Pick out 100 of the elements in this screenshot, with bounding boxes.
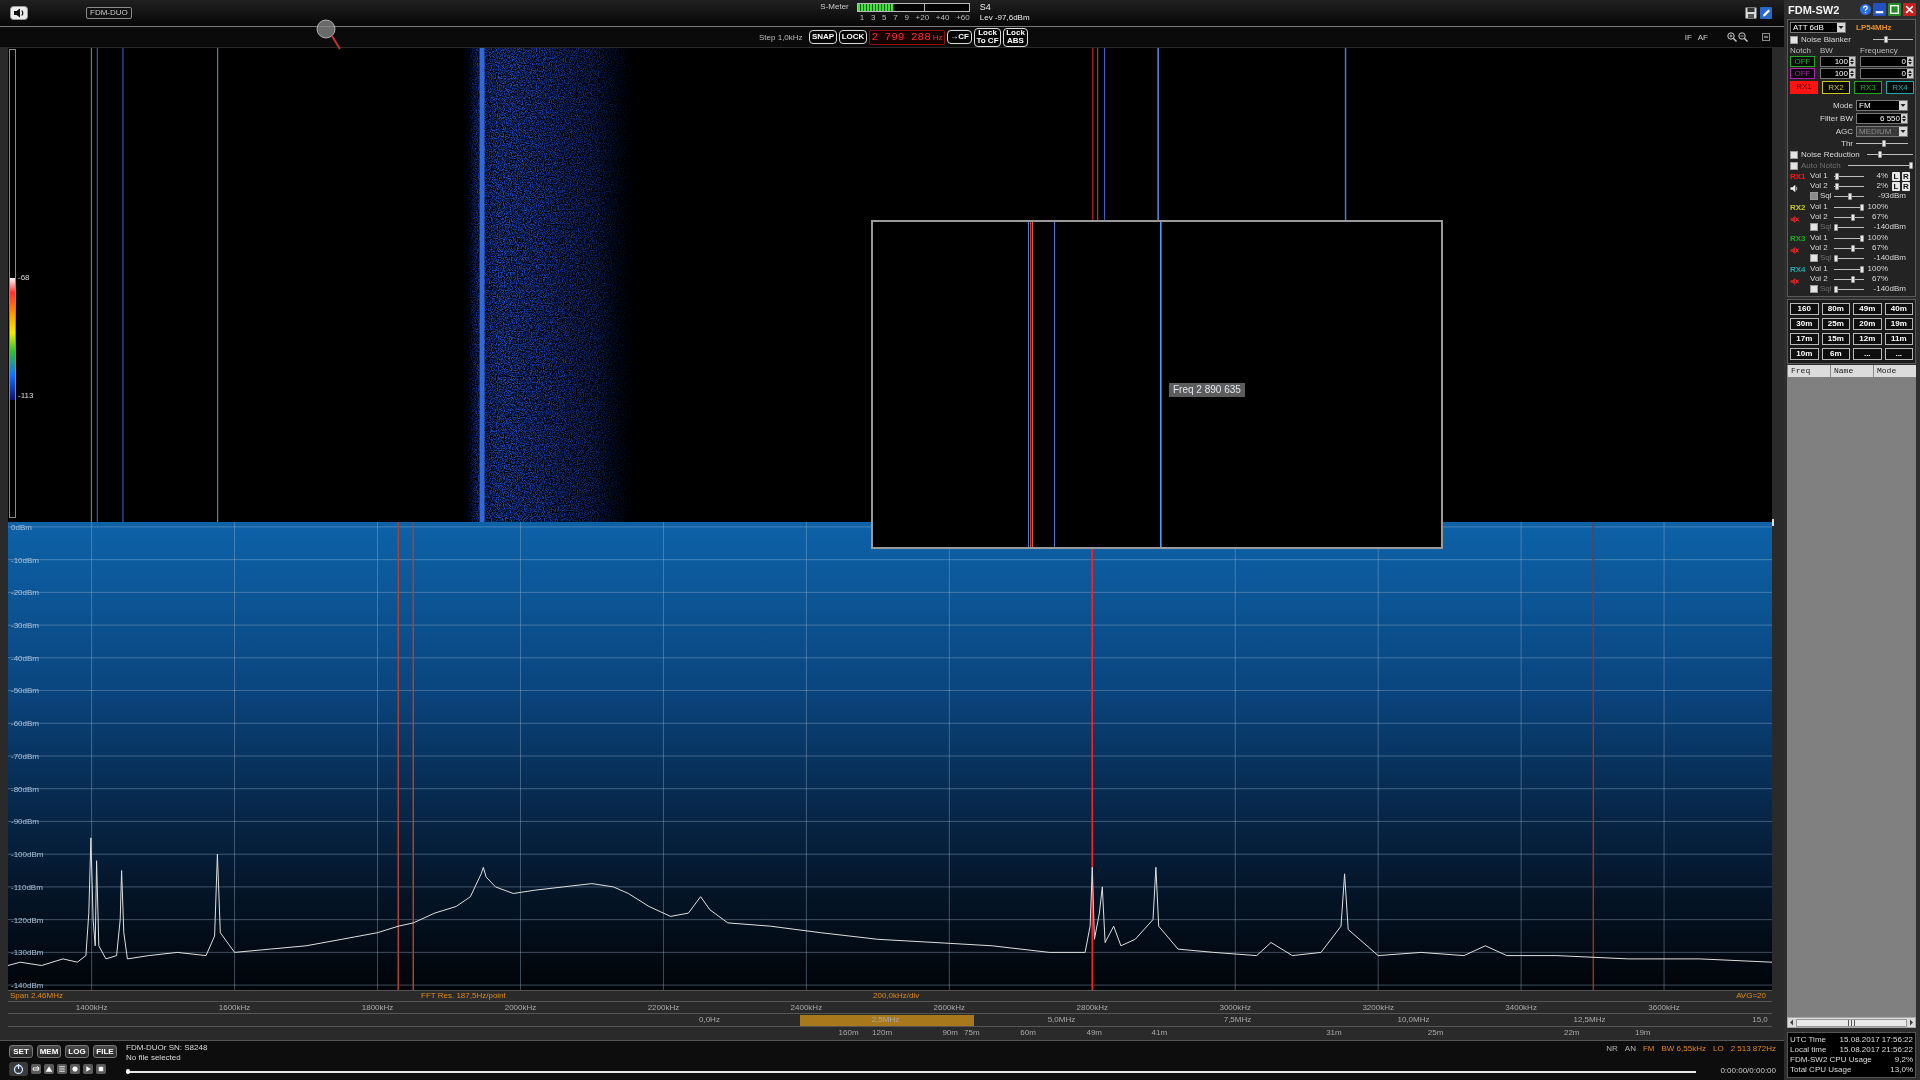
triangle-up-icon[interactable] [44, 1064, 54, 1074]
slider-thumb[interactable] [1834, 182, 1839, 190]
muted-speaker-icon[interactable] [1790, 215, 1799, 224]
view-button[interactable]: IF [1683, 31, 1693, 43]
lock-abs-button[interactable]: Lock ABS [1003, 27, 1028, 47]
slider-thumb[interactable] [1848, 192, 1853, 200]
filter-bandwidth-spinner[interactable]: 6 550 [1856, 113, 1908, 124]
receiver-tab[interactable]: RX4 [1886, 81, 1914, 94]
slider-thumb[interactable] [1860, 234, 1864, 242]
zoom-in-icon[interactable] [1727, 32, 1737, 42]
cursor-frequency-label: Freq 2 890 635 [1169, 383, 1245, 397]
play-icon[interactable] [83, 1064, 93, 1074]
help-icon[interactable] [1860, 4, 1871, 15]
band-button[interactable]: 25m [1821, 318, 1850, 330]
channel-button[interactable]: R [1902, 181, 1910, 191]
band-button[interactable]: 15m [1821, 333, 1850, 345]
notch-toggle-button[interactable]: OFF [1790, 55, 1815, 67]
slider-thumb[interactable] [1860, 265, 1864, 273]
muted-speaker-icon[interactable] [1790, 277, 1799, 286]
spin-arrows-icon[interactable] [1849, 56, 1855, 66]
frequency-display[interactable]: 2 799 288 Hz [869, 29, 945, 45]
spin-arrows-icon[interactable] [1849, 68, 1855, 78]
zoom-out-icon[interactable] [1738, 32, 1748, 42]
spin-arrows-icon[interactable] [1901, 114, 1907, 123]
stop-icon[interactable] [96, 1064, 106, 1074]
receiver-tab[interactable]: RX2 [1822, 81, 1850, 94]
list-icon[interactable] [57, 1064, 67, 1074]
loop-icon[interactable] [31, 1064, 41, 1074]
lock-button[interactable]: LOCK [839, 30, 867, 44]
snap-button[interactable]: SNAP [809, 30, 837, 44]
spin-arrows-icon[interactable] [1907, 68, 1913, 78]
notch-frequency-spinner[interactable]: 0 [1860, 67, 1914, 79]
speaker-icon[interactable] [1790, 184, 1799, 193]
band-label: 31m [1326, 1028, 1342, 1038]
slider-thumb[interactable] [1883, 36, 1888, 43]
minus-icon[interactable] [1762, 33, 1770, 41]
toolbar-button[interactable]: LOG [65, 1045, 89, 1058]
toolbar-button[interactable]: MEM [37, 1045, 61, 1058]
device-button[interactable]: FDM-DUO [86, 7, 132, 19]
slider-track[interactable] [1847, 162, 1913, 169]
band-button[interactable]: 40m [1884, 303, 1913, 315]
slider-thumb[interactable] [1851, 213, 1856, 221]
channel-button[interactable]: L [1892, 171, 1900, 181]
slider-thumb[interactable] [1851, 275, 1856, 283]
band-button[interactable]: 11m [1884, 333, 1913, 345]
playback-slider-thumb[interactable] [126, 1068, 130, 1074]
splitter-handle[interactable] [1770, 519, 1774, 526]
slider-thumb[interactable] [1878, 151, 1883, 158]
toolbar-button[interactable]: FILE [93, 1045, 117, 1058]
slider-thumb[interactable] [1851, 244, 1856, 252]
band-button[interactable]: 12m [1853, 333, 1882, 345]
lock-to-center-button[interactable]: Lock To CF [974, 27, 1001, 47]
view-button[interactable]: AF [1696, 31, 1709, 43]
band-button[interactable]: 80m [1821, 303, 1850, 315]
volume-reading: 67% [1871, 274, 1888, 284]
band-button[interactable]: 17m [1790, 333, 1819, 345]
band-button[interactable]: 19m [1884, 318, 1913, 330]
band-button[interactable]: 160 [1790, 303, 1819, 315]
edit-icon[interactable] [1760, 7, 1772, 19]
save-icon[interactable] [1745, 7, 1757, 19]
notch-bandwidth-spinner[interactable]: 100 [1820, 55, 1856, 67]
maximize-icon[interactable] [1888, 3, 1901, 16]
receiver-tab[interactable]: RX1 [1790, 81, 1818, 94]
band-button[interactable]: 49m [1853, 303, 1882, 315]
checkbox[interactable] [1790, 35, 1798, 44]
notch-frequency-spinner[interactable]: 0 [1860, 55, 1914, 67]
band-button[interactable]: 6m [1821, 348, 1850, 360]
scrollbar-thumb[interactable] [1796, 1018, 1907, 1027]
band-button[interactable]: 10m [1790, 348, 1819, 360]
horizontal-scrollbar[interactable] [1787, 1017, 1916, 1028]
mode-dropdown[interactable]: FM [1856, 100, 1908, 111]
notch-toggle-button[interactable]: OFF [1790, 67, 1815, 79]
record-icon[interactable] [70, 1064, 80, 1074]
minimize-icon[interactable] [1873, 3, 1886, 16]
spin-arrows-icon[interactable] [1907, 56, 1913, 66]
slider-thumb[interactable] [1881, 140, 1886, 147]
channel-button[interactable]: L [1892, 181, 1900, 191]
close-icon[interactable] [1903, 3, 1916, 16]
slider-track[interactable] [1866, 151, 1913, 158]
channel-button[interactable]: R [1902, 171, 1910, 181]
slider-track[interactable] [1873, 36, 1913, 43]
receiver-tab[interactable]: RX3 [1854, 81, 1882, 94]
slider-thumb[interactable] [1835, 172, 1840, 180]
checkbox[interactable] [1790, 150, 1798, 159]
attenuator-dropdown[interactable]: ATT 6dB [1790, 22, 1846, 33]
toolbar-button[interactable]: SET [9, 1045, 33, 1058]
dropdown-arrow-icon[interactable] [1837, 23, 1845, 32]
speaker-icon[interactable] [10, 6, 28, 20]
notch-bandwidth-spinner[interactable]: 100 [1820, 67, 1856, 79]
playback-slider-track[interactable] [126, 1068, 1697, 1074]
band-button[interactable]: ... [1884, 348, 1913, 360]
band-button[interactable]: 20m [1853, 318, 1882, 330]
band-button[interactable]: 30m [1790, 318, 1819, 330]
dropdown-arrow-icon[interactable] [1899, 101, 1907, 110]
slider-thumb[interactable] [1860, 203, 1864, 211]
muted-speaker-icon[interactable] [1790, 246, 1799, 255]
checkbox[interactable] [1810, 192, 1818, 200]
power-icon[interactable] [9, 1062, 28, 1076]
to-center-button[interactable]: →CF [947, 30, 972, 44]
band-button[interactable]: ... [1853, 348, 1882, 360]
